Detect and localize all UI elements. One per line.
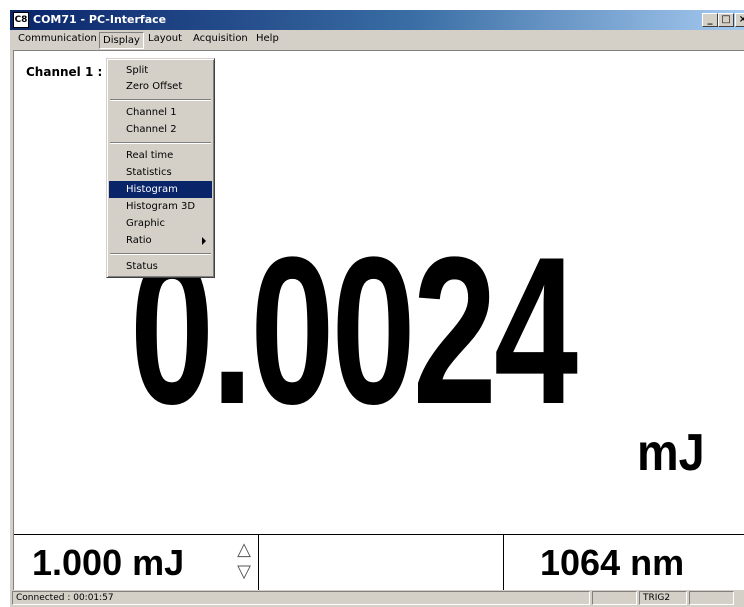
menu-item-statistics[interactable]: Statistics [109, 164, 212, 181]
menu-item-graphic[interactable]: Graphic [109, 215, 212, 232]
status-pane-empty [592, 591, 637, 605]
range-down-icon[interactable]: ▽ [234, 563, 254, 581]
wavelength-cell[interactable]: 1064 nm [504, 535, 744, 590]
status-pane-empty [689, 591, 734, 605]
submenu-arrow-icon [202, 237, 206, 245]
menu-help[interactable]: Help [253, 31, 282, 47]
minimize-button[interactable]: _ [702, 13, 718, 27]
menu-separator [110, 99, 211, 101]
menu-item-channel-2[interactable]: Channel 2 [109, 121, 212, 138]
menu-separator [110, 253, 211, 255]
wavelength-value: 1064 nm [540, 542, 685, 583]
menu-item-split[interactable]: Split [109, 62, 212, 79]
menu-item-histogram-3d[interactable]: Histogram 3D [109, 198, 212, 215]
menu-item-status[interactable]: Status [109, 258, 212, 275]
display-menu-dropdown: Split Zero Offset Channel 1 Channel 2 Re… [106, 58, 215, 278]
range-value: 1.000 mJ [32, 542, 185, 583]
empty-cell [259, 535, 504, 590]
range-cell: 1.000 mJ △ ▽ [14, 535, 259, 590]
app-icon[interactable]: C8 [13, 12, 29, 28]
menu-item-histogram[interactable]: Histogram [109, 181, 212, 198]
menu-item-channel-1[interactable]: Channel 1 [109, 104, 212, 121]
menu-item-real-time[interactable]: Real time [109, 147, 212, 164]
title-bar[interactable]: C8 COM71 - PC-Interface _ □ × [10, 10, 744, 30]
maximize-button[interactable]: □ [718, 13, 734, 27]
window-title: COM71 - PC-Interface [33, 13, 167, 26]
menu-separator [110, 142, 211, 144]
close-button[interactable]: × [735, 13, 744, 27]
bottom-info-row: 1.000 mJ △ ▽ 1064 nm [14, 534, 744, 590]
trigger-status: TRIG2 [639, 591, 687, 605]
menu-layout[interactable]: Layout [145, 31, 185, 47]
range-up-icon[interactable]: △ [234, 541, 254, 559]
energy-unit: mJ [637, 424, 705, 482]
connection-status: Connected : 00:01:57 [12, 591, 590, 605]
menu-bar: Communication Display Layout Acquisition… [10, 30, 744, 49]
app-window: C8 COM71 - PC-Interface _ □ × Communicat… [9, 9, 744, 607]
menu-communication[interactable]: Communication [15, 31, 100, 47]
menu-acquisition[interactable]: Acquisition [190, 31, 251, 47]
menu-item-ratio-label: Ratio [126, 235, 152, 246]
channel-label: Channel 1 : [26, 65, 103, 79]
menu-item-zero-offset[interactable]: Zero Offset [109, 78, 212, 95]
status-bar: Connected : 00:01:57 TRIG2 [10, 590, 744, 607]
menu-item-ratio[interactable]: Ratio [109, 232, 212, 249]
menu-display[interactable]: Display [99, 32, 144, 49]
